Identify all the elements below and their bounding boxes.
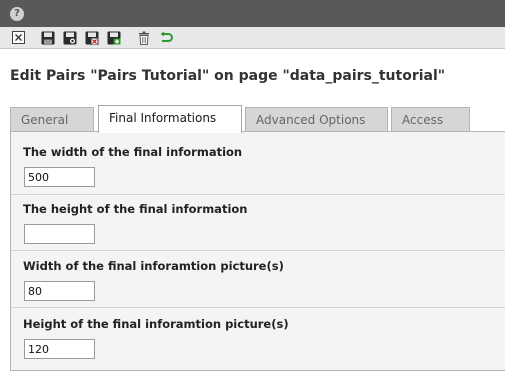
field-final-height: The height of the final information bbox=[11, 195, 505, 251]
final-width-input[interactable] bbox=[24, 167, 95, 187]
tab-label: General bbox=[21, 113, 69, 127]
save-close-icon[interactable] bbox=[84, 30, 100, 46]
tab-label: Advanced Options bbox=[256, 113, 366, 127]
form-panel: The width of the final information The h… bbox=[10, 131, 505, 371]
trash-icon[interactable] bbox=[136, 30, 152, 46]
save-new-icon[interactable] bbox=[106, 30, 122, 46]
tab-advanced-options[interactable]: Advanced Options bbox=[245, 107, 388, 132]
field-picture-width: Width of the final inforamtion picture(s… bbox=[11, 251, 505, 308]
toolbar bbox=[0, 27, 505, 49]
field-label: Width of the final inforamtion picture(s… bbox=[23, 259, 284, 273]
undo-icon[interactable] bbox=[158, 30, 174, 46]
final-height-input[interactable] bbox=[24, 224, 95, 244]
help-icon[interactable]: ? bbox=[10, 6, 24, 21]
picture-width-input[interactable] bbox=[24, 281, 95, 301]
tab-bar: General Final Informations Advanced Opti… bbox=[10, 105, 505, 133]
top-bar: ? bbox=[0, 0, 505, 27]
tab-label: Access bbox=[402, 113, 444, 127]
tab-access[interactable]: Access bbox=[391, 107, 470, 132]
close-icon[interactable] bbox=[10, 30, 26, 46]
field-label: Height of the final inforamtion picture(… bbox=[23, 317, 289, 331]
field-label: The height of the final information bbox=[23, 202, 248, 216]
page-title: Edit Pairs "Pairs Tutorial" on page "dat… bbox=[10, 68, 446, 84]
tab-final-informations[interactable]: Final Informations bbox=[98, 105, 242, 133]
save-view-icon[interactable] bbox=[62, 30, 78, 46]
field-label: The width of the final information bbox=[23, 145, 243, 159]
field-picture-height: Height of the final inforamtion picture(… bbox=[11, 308, 505, 371]
tab-general[interactable]: General bbox=[10, 107, 94, 132]
picture-height-input[interactable] bbox=[24, 339, 95, 359]
save-icon[interactable] bbox=[40, 30, 56, 46]
field-final-width: The width of the final information bbox=[11, 132, 505, 195]
tab-label: Final Informations bbox=[109, 111, 217, 125]
